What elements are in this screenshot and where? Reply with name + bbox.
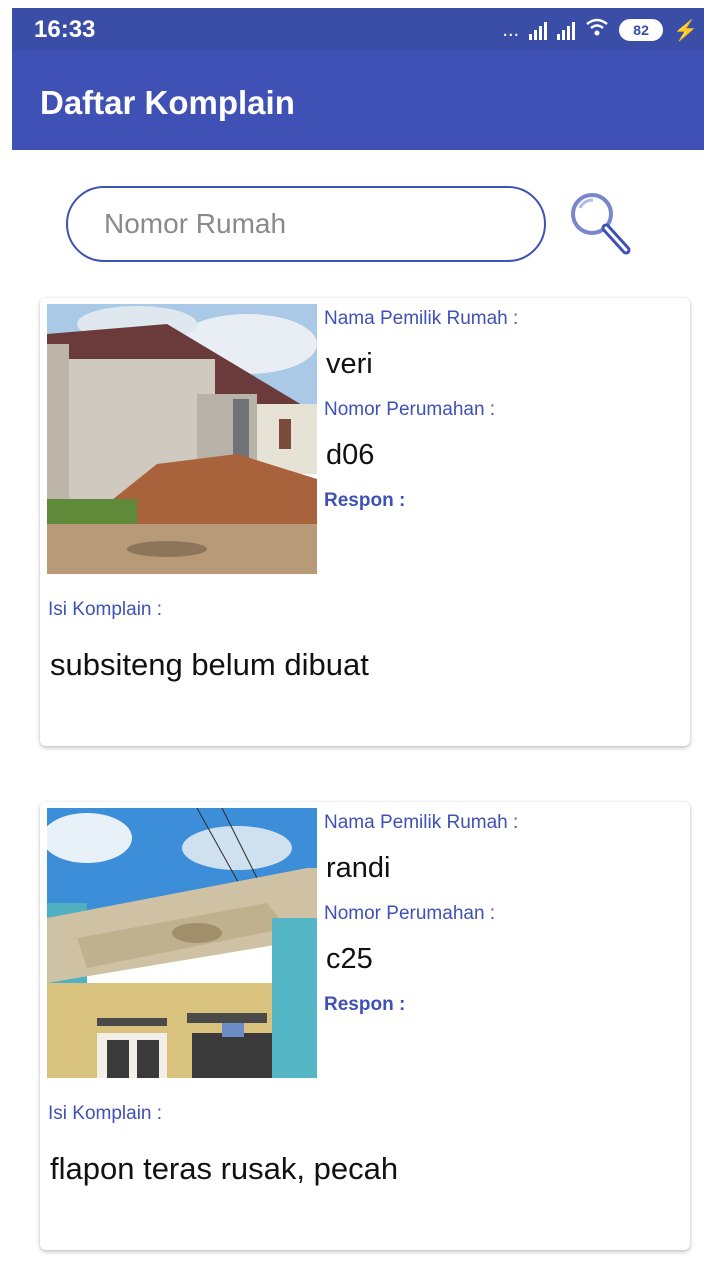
signal-icon xyxy=(557,20,576,40)
owner-value: veri xyxy=(326,348,373,380)
complaint-text-label: Isi Komplain : xyxy=(48,599,163,620)
charging-icon: ⚡ xyxy=(673,19,698,42)
status-bar: 16:33 ... 82 ⚡ xyxy=(12,8,704,50)
wifi-icon xyxy=(585,17,609,43)
house-photo xyxy=(47,808,317,1078)
house-photo xyxy=(47,304,317,574)
app-bar: Daftar Komplain xyxy=(12,50,704,150)
respon-label: Respon : xyxy=(324,490,406,511)
respon-label: Respon : xyxy=(324,994,406,1015)
owner-value: randi xyxy=(326,852,391,884)
more-dots-icon: ... xyxy=(502,18,520,41)
search-input[interactable] xyxy=(66,186,546,262)
signal-icon xyxy=(529,20,548,40)
status-icons: ... 82 ⚡ xyxy=(502,17,698,43)
status-time: 16:33 xyxy=(34,16,96,43)
search-button[interactable] xyxy=(566,190,638,262)
house-number-value: c25 xyxy=(326,943,373,975)
complaint-card[interactable]: Nama Pemilik Rumah : randi Nomor Perumah… xyxy=(40,802,690,1250)
battery-icon: 82 xyxy=(619,19,664,41)
house-number-label: Nomor Perumahan : xyxy=(324,399,496,420)
complaint-card[interactable]: Nama Pemilik Rumah : veri Nomor Perumaha… xyxy=(40,298,690,746)
complaint-text-label: Isi Komplain : xyxy=(48,1103,163,1124)
house-number-value: d06 xyxy=(326,439,375,471)
owner-label: Nama Pemilik Rumah : xyxy=(324,812,519,833)
owner-label: Nama Pemilik Rumah : xyxy=(324,308,519,329)
complaint-list-screen: 16:33 ... 82 ⚡ Daftar Komplain Nomor Rum… xyxy=(0,0,704,1267)
house-number-label: Nomor Perumahan : xyxy=(324,903,496,924)
search-icon xyxy=(571,193,631,255)
complaint-text: flapon teras rusak, pecah xyxy=(50,1151,399,1186)
complaint-text: subsiteng belum dibuat xyxy=(50,647,369,682)
page-title: Daftar Komplain xyxy=(40,84,295,121)
